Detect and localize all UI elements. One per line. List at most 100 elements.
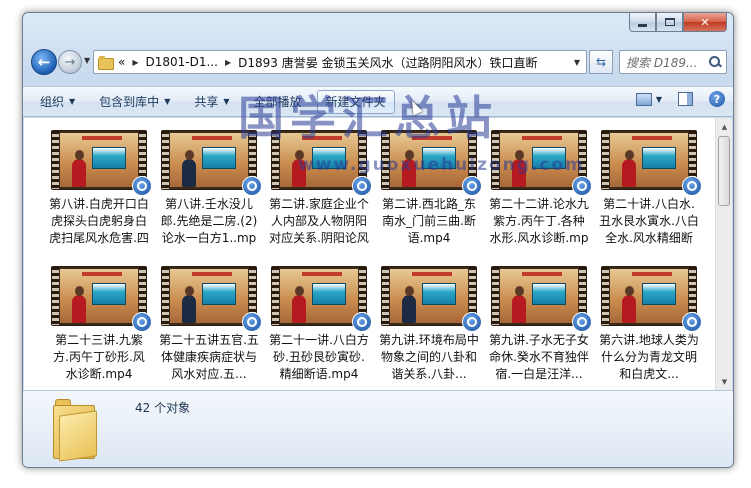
file-item[interactable]: 第九讲.子水无子女命休.癸水不育独伴宿.一白是汪洋... <box>484 262 594 390</box>
file-item[interactable]: 第二讲.西北路_东南水_门前三曲.断语.mp4 <box>374 126 484 254</box>
search-input[interactable]: 搜索 D189... <box>619 50 727 74</box>
file-item[interactable]: 第九讲.环境布局中物象之间的八卦和谐关系.八卦... <box>374 262 484 390</box>
item-count: 42 个对象 <box>135 401 191 415</box>
help-icon[interactable]: ? <box>709 91 725 107</box>
refresh-button[interactable]: ⇆ <box>589 50 613 74</box>
file-name: 第二十讲.八白水.丑水艮水寅水.八白全水.风水精细断语.(1).mp4 <box>599 197 699 245</box>
file-name: 第二十五讲五官.五体健康疾病症状与风水对应.五... <box>159 333 259 381</box>
caption-buttons: ✕ <box>629 13 727 33</box>
media-player-icon <box>242 312 262 332</box>
file-name: 第九讲.子水无子女命休.癸水不育独伴宿.一白是汪洋... <box>489 333 589 381</box>
file-name: 第二十三讲.九紫方.丙午丁砂形.风水诊断.mp4 <box>53 333 145 381</box>
forward-button[interactable]: → <box>58 50 82 74</box>
scroll-down-icon[interactable]: ▼ <box>717 374 732 389</box>
breadcrumb-parent[interactable]: D1801-D1... <box>146 55 218 69</box>
media-player-icon <box>352 176 372 196</box>
maximize-icon <box>664 18 675 26</box>
media-player-icon <box>682 312 702 332</box>
file-list[interactable]: 第八讲.白虎开口白虎探头白虎躬身白虎扫尾风水危害.四象论风...第八讲.壬水没儿… <box>24 118 732 390</box>
share-button[interactable]: 共享 ▼ <box>185 90 238 114</box>
file-name: 第六讲.地球人类为什么分为青龙文明和白虎文... <box>599 333 699 381</box>
video-thumbnail <box>381 130 482 196</box>
new-folder-button[interactable]: 新建文件夹 <box>316 89 395 114</box>
media-player-icon <box>572 176 592 196</box>
video-thumbnail <box>491 130 592 196</box>
file-name: 第八讲.白虎开口白虎探头白虎躬身白虎扫尾风水危害.四象论风... <box>49 197 149 245</box>
file-item[interactable]: 第二十二讲.论水九紫方.丙午丁.各种水形.风水诊断.mp4 <box>484 126 594 254</box>
play-all-button[interactable]: 全部播放 <box>245 90 311 114</box>
include-in-library-button[interactable]: 包含到库中 ▼ <box>90 90 179 114</box>
chevron-right-icon[interactable]: ▶ <box>132 58 138 67</box>
chevron-right-icon[interactable]: ▶ <box>225 58 231 67</box>
media-player-icon <box>682 176 702 196</box>
command-bar: 组织 ▼ 包含到库中 ▼ 共享 ▼ 全部播放 新建文件夹 ▼ ? <box>23 86 733 117</box>
video-thumbnail <box>381 266 482 332</box>
organize-button[interactable]: 组织 ▼ <box>31 90 84 114</box>
address-bar[interactable]: « ▶ D1801-D1... ▶ D1893 唐誉晏 金锁玉关风水（过路阴阳风… <box>93 50 587 74</box>
scroll-up-icon[interactable]: ▲ <box>717 119 732 134</box>
close-button[interactable]: ✕ <box>683 13 727 32</box>
arrow-right-icon: → <box>64 54 76 70</box>
media-player-icon <box>132 176 152 196</box>
share-label: 共享 <box>194 95 219 109</box>
chevron-down-icon[interactable]: ▼ <box>656 95 662 104</box>
file-name: 第二讲.西北路_东南水_门前三曲.断语.mp4 <box>382 197 476 245</box>
video-thumbnail <box>161 130 262 196</box>
file-item[interactable]: 第二十讲.八白水.丑水艮水寅水.八白全水.风水精细断语.(1).mp4 <box>594 126 704 254</box>
explorer-window: ✕ ← → ▼ « ▶ D1801-D1... ▶ D1893 唐誉晏 金锁玉关… <box>22 12 734 468</box>
breadcrumb-current[interactable]: D1893 唐誉晏 金锁玉关风水（过路阴阳风水）铁口直断 <box>238 54 537 71</box>
organize-label: 组织 <box>40 95 65 109</box>
media-player-icon <box>462 176 482 196</box>
preview-pane-icon[interactable] <box>678 92 693 106</box>
folder-icon <box>98 55 114 70</box>
media-player-icon <box>242 176 262 196</box>
include-in-library-label: 包含到库中 <box>99 95 160 109</box>
breadcrumb-overflow[interactable]: « <box>118 55 125 69</box>
file-item[interactable]: 第八讲.壬水没儿郎.先绝是二房.(2)论水一白方1..mp4 <box>154 126 264 254</box>
folder-icon <box>53 399 97 462</box>
chevron-down-icon: ▼ <box>69 97 76 106</box>
minimize-icon <box>638 23 647 27</box>
media-player-icon <box>352 312 372 332</box>
video-thumbnail <box>601 266 702 332</box>
media-player-icon <box>132 312 152 332</box>
change-view-icon[interactable] <box>635 92 652 106</box>
file-name: 第二十一讲.八白方砂.丑砂艮砂寅砂.精细断语.mp4 <box>269 333 369 381</box>
video-thumbnail <box>491 266 592 332</box>
video-thumbnail <box>161 266 262 332</box>
media-player-icon <box>572 312 592 332</box>
new-folder-label: 新建文件夹 <box>325 95 386 109</box>
file-grid: 第八讲.白虎开口白虎探头白虎躬身白虎扫尾风水危害.四象论风...第八讲.壬水没儿… <box>44 126 704 390</box>
file-item[interactable]: 第六讲.地球人类为什么分为青龙文明和白虎文... <box>594 262 704 390</box>
file-item[interactable]: 第二讲.家庭企业个人内部及人物阴阳对应关系.阴阳论风水（二）... <box>264 126 374 254</box>
file-name: 第八讲.壬水没儿郎.先绝是二房.(2)论水一白方1..mp4 <box>160 197 258 245</box>
vertical-scrollbar[interactable]: ▲ ▼ <box>715 118 732 390</box>
chevron-down-icon: ▼ <box>164 97 171 106</box>
file-item[interactable]: 第二十三讲.九紫方.丙午丁砂形.风水诊断.mp4 <box>44 262 154 390</box>
search-icon[interactable] <box>708 55 722 69</box>
video-thumbnail <box>51 130 152 196</box>
video-thumbnail <box>601 130 702 196</box>
chevron-down-icon: ▼ <box>223 97 230 106</box>
file-item[interactable]: 第八讲.白虎开口白虎探头白虎躬身白虎扫尾风水危害.四象论风... <box>44 126 154 254</box>
arrow-left-icon: ← <box>37 53 51 71</box>
minimize-button[interactable] <box>629 13 656 32</box>
address-dropdown-icon[interactable]: ▼ <box>574 58 580 67</box>
video-thumbnail <box>271 266 372 332</box>
details-pane: 42 个对象 <box>23 390 733 467</box>
file-item[interactable]: 第二十一讲.八白方砂.丑砂艮砂寅砂.精细断语.mp4 <box>264 262 374 390</box>
recent-pages-dropdown[interactable]: ▼ <box>84 56 90 65</box>
maximize-button[interactable] <box>656 13 683 32</box>
file-name: 第九讲.环境布局中物象之间的八卦和谐关系.八卦... <box>379 333 479 381</box>
back-button[interactable]: ← <box>31 49 57 75</box>
refresh-icon: ⇆ <box>595 55 607 69</box>
file-item[interactable]: 第二十五讲五官.五体健康疾病症状与风水对应.五... <box>154 262 264 390</box>
media-player-icon <box>462 312 482 332</box>
play-all-label: 全部播放 <box>253 95 302 109</box>
navigation-bar: ← → ▼ « ▶ D1801-D1... ▶ D1893 唐誉晏 金锁玉关风水… <box>23 43 733 81</box>
close-icon: ✕ <box>700 15 710 29</box>
file-name: 第二讲.家庭企业个人内部及人物阴阳对应关系.阴阳论风水（二）... <box>269 197 369 245</box>
video-thumbnail <box>271 130 372 196</box>
search-placeholder: 搜索 D189... <box>626 55 698 70</box>
scrollbar-thumb[interactable] <box>718 136 730 206</box>
